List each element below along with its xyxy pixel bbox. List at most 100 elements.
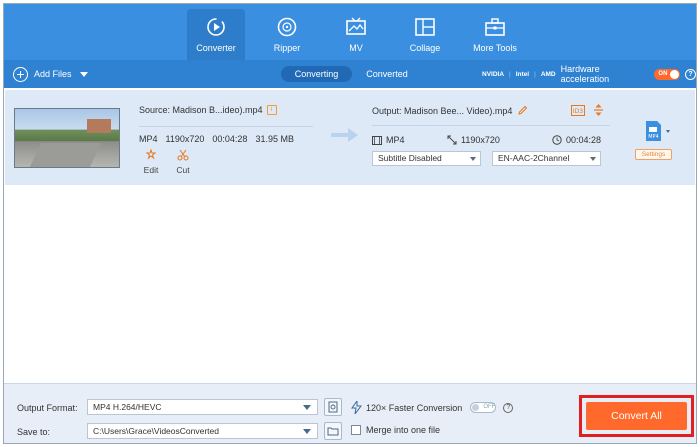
nav-mv[interactable]: MV bbox=[327, 9, 385, 60]
audio-track-select[interactable]: EN-AAC-2Channel bbox=[492, 151, 601, 166]
file-list-empty-area bbox=[4, 185, 696, 383]
subtitle-select-value: Subtitle Disabled bbox=[378, 153, 442, 163]
nav-collage-label: Collage bbox=[409, 43, 441, 53]
merge-option[interactable]: Merge into one file bbox=[351, 425, 440, 435]
output-duration: 00:04:28 bbox=[552, 135, 601, 145]
lightning-icon bbox=[351, 401, 362, 414]
settings-button[interactable]: Settings bbox=[635, 149, 672, 160]
magic-wand-icon bbox=[145, 148, 157, 160]
merge-label: Merge into one file bbox=[366, 425, 441, 435]
add-files-button[interactable]: Add Files bbox=[13, 66, 88, 82]
convert-all-highlight: Convert All bbox=[579, 395, 694, 437]
fast-conversion-label: 120× Faster Conversion bbox=[366, 402, 463, 413]
brand-separator: | bbox=[534, 70, 536, 78]
folder-icon bbox=[327, 427, 339, 436]
cut-button[interactable]: Cut bbox=[171, 149, 195, 175]
id3-tag-icon[interactable]: ID3 bbox=[571, 104, 585, 116]
source-duration: 00:04:28 bbox=[212, 134, 248, 144]
brand-separator: | bbox=[509, 70, 511, 78]
thumbnail-road bbox=[28, 143, 102, 167]
cut-label: Cut bbox=[176, 165, 190, 175]
svg-text:ID3: ID3 bbox=[573, 108, 583, 115]
resize-icon bbox=[447, 135, 457, 145]
nav-converter-label: Converter bbox=[196, 43, 236, 53]
output-resolution-text: 1190x720 bbox=[461, 135, 500, 145]
app-window: Converter Ripper MV Collage More Tools A… bbox=[3, 3, 697, 444]
toolbox-icon bbox=[485, 18, 505, 36]
hardware-acceleration: NVIDIA | Intel | AMD Hardware accelerati… bbox=[482, 64, 696, 84]
save-to-label: Save to: bbox=[17, 427, 51, 437]
top-nav: Converter Ripper MV Collage More Tools bbox=[4, 4, 696, 60]
nav-ripper[interactable]: Ripper bbox=[258, 9, 316, 60]
output-tools: ID3 bbox=[571, 104, 604, 116]
add-files-label: Add Files bbox=[34, 69, 72, 79]
output-filename: Output: Madison Bee... Video).mp4 bbox=[372, 105, 528, 116]
output-format-text: MP4 bbox=[386, 135, 405, 145]
mv-icon bbox=[346, 17, 366, 35]
chevron-down-icon bbox=[590, 157, 596, 161]
intel-logo: Intel bbox=[515, 70, 530, 78]
mp4-format-icon[interactable]: MP4 bbox=[645, 120, 673, 142]
bottom-bar: Output Format: MP4 H.264/HEVC 120× Faste… bbox=[4, 383, 696, 443]
scissors-icon bbox=[177, 149, 189, 161]
merge-checkbox[interactable] bbox=[351, 425, 361, 435]
source-size: 31.95 MB bbox=[255, 134, 294, 144]
output-filename-text: Output: Madison Bee... Video).mp4 bbox=[372, 105, 513, 116]
edit-label: Edit bbox=[143, 165, 159, 175]
info-icon[interactable]: i bbox=[266, 105, 277, 115]
help-icon[interactable]: ? bbox=[503, 402, 514, 413]
fast-conversion: 120× Faster Conversion OFF ? bbox=[351, 401, 514, 414]
disc-icon bbox=[277, 17, 297, 37]
open-folder-button[interactable] bbox=[324, 422, 342, 440]
pencil-icon[interactable] bbox=[517, 105, 528, 116]
edit-button[interactable]: Edit bbox=[139, 148, 163, 175]
chevron-down-icon bbox=[303, 405, 311, 410]
chevron-down-icon[interactable] bbox=[79, 71, 88, 77]
nav-more-tools-label: More Tools bbox=[473, 43, 517, 53]
nav-ripper-label: Ripper bbox=[273, 43, 301, 53]
chevron-down-icon bbox=[303, 429, 311, 434]
output-resolution: 1190x720 bbox=[447, 135, 500, 145]
custom-profile-button[interactable] bbox=[324, 398, 342, 416]
source-resolution: 1190x720 bbox=[165, 134, 205, 144]
output-duration-text: 00:04:28 bbox=[566, 135, 602, 145]
fast-conversion-toggle[interactable]: OFF bbox=[470, 402, 497, 413]
thumbnail-house bbox=[87, 119, 111, 133]
audio-track-select-value: EN-AAC-2Channel bbox=[498, 153, 570, 163]
nav-more-tools[interactable]: More Tools bbox=[466, 9, 524, 60]
video-thumbnail[interactable] bbox=[14, 108, 120, 168]
output-format-label: Output Format: bbox=[17, 403, 78, 413]
source-filename-text: Source: Madison B...ideo).mp4 bbox=[139, 105, 263, 115]
save-to-select[interactable]: C:\Users\Grace\VideosConverted bbox=[87, 423, 318, 439]
nav-converter[interactable]: Converter bbox=[187, 9, 245, 60]
source-filename: Source: Madison B...ideo).mp4 i bbox=[139, 105, 277, 115]
collage-icon bbox=[415, 18, 435, 36]
clock-icon bbox=[552, 135, 562, 145]
add-circle-icon bbox=[13, 66, 28, 82]
converter-icon bbox=[207, 18, 225, 36]
save-to-path: C:\Users\Grace\VideosConverted bbox=[93, 426, 219, 436]
hardware-acceleration-label: Hardware acceleration bbox=[560, 64, 610, 84]
divider bbox=[372, 125, 610, 126]
nav-mv-label: MV bbox=[349, 43, 363, 53]
divider bbox=[139, 126, 313, 127]
subtitle-select[interactable]: Subtitle Disabled bbox=[372, 151, 481, 166]
output-format-select-value: MP4 H.264/HEVC bbox=[93, 402, 162, 412]
nav-collage[interactable]: Collage bbox=[396, 9, 454, 60]
profile-icon bbox=[328, 401, 338, 413]
help-icon[interactable]: ? bbox=[685, 68, 696, 80]
tab-converting[interactable]: Converting bbox=[281, 66, 352, 82]
file-row: Source: Madison B...ideo).mp4 i MP4 1190… bbox=[5, 90, 695, 185]
film-icon bbox=[372, 135, 382, 145]
toolbar: Add Files Converting Converted NVIDIA | … bbox=[4, 60, 696, 88]
output-format-select[interactable]: MP4 H.264/HEVC bbox=[87, 399, 318, 415]
hardware-acceleration-toggle[interactable]: ON bbox=[654, 68, 681, 80]
compress-icon[interactable] bbox=[593, 104, 604, 116]
output-format: MP4 bbox=[372, 135, 405, 145]
source-meta: MP4 1190x720 00:04:28 31.95 MB bbox=[139, 134, 294, 144]
amd-logo: AMD bbox=[540, 70, 556, 78]
arrow-right-icon bbox=[331, 128, 358, 142]
convert-all-button[interactable]: Convert All bbox=[586, 402, 687, 430]
tab-converted[interactable]: Converted bbox=[361, 66, 413, 82]
chevron-down-icon bbox=[470, 157, 476, 161]
